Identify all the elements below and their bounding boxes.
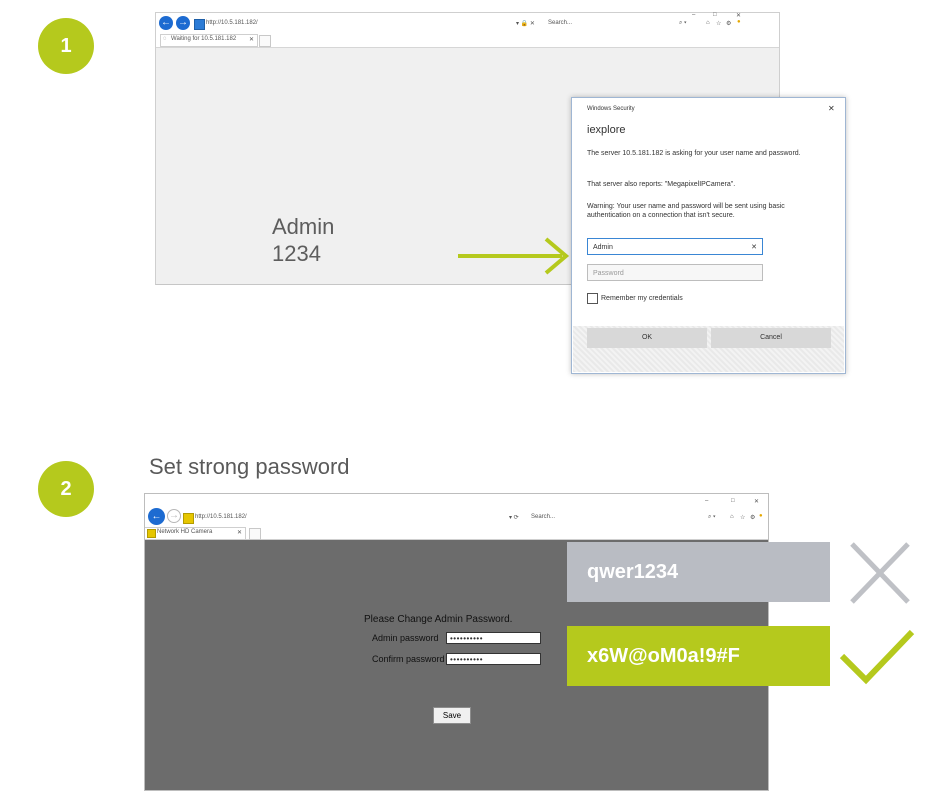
dialog-close-icon[interactable]: ✕ — [828, 104, 835, 113]
gear-icon[interactable]: ⚙ — [750, 514, 755, 521]
back-button[interactable]: ← — [148, 508, 165, 525]
default-username: Admin — [272, 214, 335, 239]
default-credentials: Admin 1234 — [272, 213, 334, 267]
forward-button[interactable]: → — [176, 16, 190, 30]
tab-bar: ◌ Waiting for 10.5.181.182 ✕ — [156, 33, 779, 48]
close-button[interactable]: ✕ — [754, 498, 759, 505]
browser-toolbar: ← → http://10.5.181.182/ ▾ 🔒 ✕ Search...… — [156, 12, 779, 33]
dialog-message: The server 10.5.181.182 is asking for yo… — [587, 150, 801, 157]
confirm-password-label: Confirm password — [372, 654, 445, 664]
username-value: Admin — [593, 244, 613, 251]
minimize-button[interactable]: – — [692, 12, 695, 18]
search-icon[interactable]: ⌕ ▾ — [679, 20, 687, 27]
tab-title: Waiting for 10.5.181.182 — [171, 36, 237, 42]
search-icon[interactable]: ⌕ ▾ — [708, 514, 716, 521]
cancel-button[interactable]: Cancel — [711, 328, 831, 348]
home-icon[interactable]: ⌂ — [730, 514, 734, 520]
step-2-badge: 2 — [38, 461, 94, 517]
loading-icon: ◌ — [163, 36, 167, 42]
admin-password-label: Admin password — [372, 633, 439, 643]
address-bar[interactable]: http://10.5.181.182/ — [206, 20, 258, 26]
refresh-icon[interactable]: ▾ ⟳ — [509, 514, 519, 521]
search-box[interactable]: Search... — [531, 514, 555, 520]
camera-tab-icon — [147, 529, 156, 538]
dialog-title: Windows Security — [587, 106, 635, 112]
new-tab-button[interactable] — [259, 35, 271, 47]
dialog-server-reports: That server also reports: "MegapixelIPCa… — [587, 181, 736, 188]
weak-password-card: qwer1234 — [567, 542, 830, 602]
dialog-warning: Warning: Your user name and password wil… — [587, 203, 785, 219]
star-icon[interactable]: ☆ — [740, 514, 745, 521]
forward-button[interactable]: → — [167, 509, 181, 523]
weak-password-text: qwer1234 — [587, 561, 679, 583]
search-box[interactable]: Search... — [548, 20, 572, 26]
checkmark-icon — [839, 629, 915, 685]
minimize-button[interactable]: – — [705, 498, 708, 504]
strong-password-text: x6W@oM0a!9#F — [587, 645, 740, 667]
refresh-icon[interactable]: ▾ 🔒 ✕ — [516, 20, 535, 27]
clear-icon[interactable]: ✕ — [751, 239, 757, 256]
arrow-right-icon — [458, 237, 570, 275]
change-password-title: Please Change Admin Password. — [364, 614, 513, 625]
username-field[interactable]: Admin ✕ — [587, 238, 763, 255]
admin-password-input[interactable]: •••••••••• — [446, 632, 541, 644]
step-2-title: Set strong password — [149, 454, 350, 479]
cross-icon — [850, 542, 910, 604]
default-password: 1234 — [272, 241, 321, 266]
dialog-app-name: iexplore — [587, 124, 626, 136]
step-number: 2 — [60, 477, 72, 500]
tab-title: Network HD Camera — [157, 529, 213, 535]
step-number: 1 — [60, 34, 72, 57]
tab-close-icon[interactable]: ✕ — [249, 36, 254, 43]
maximize-button[interactable]: □ — [713, 12, 717, 18]
remember-label: Remember my credentials — [601, 295, 683, 302]
remember-checkbox[interactable] — [587, 293, 598, 304]
browser-toolbar: ← → http://10.5.181.182/ ▾ ⟳ Search... ⌕… — [145, 494, 768, 540]
confirm-password-input[interactable]: •••••••••• — [446, 653, 541, 665]
save-button[interactable]: Save — [433, 707, 471, 724]
tab-network-hd-camera[interactable]: Network HD Camera ✕ — [145, 527, 246, 539]
star-icon[interactable]: ☆ — [716, 20, 721, 27]
windows-security-dialog: Windows Security ✕ iexplore The server 1… — [571, 97, 846, 374]
close-button[interactable]: ✕ — [736, 12, 741, 19]
tab-waiting[interactable]: ◌ Waiting for 10.5.181.182 ✕ — [160, 34, 258, 47]
ok-button[interactable]: OK — [587, 328, 707, 348]
password-field[interactable]: Password — [587, 264, 763, 281]
strong-password-card: x6W@oM0a!9#F — [567, 626, 830, 686]
new-tab-button[interactable] — [249, 528, 261, 540]
home-icon[interactable]: ⌂ — [706, 20, 710, 26]
smiley-icon[interactable]: ● — [759, 513, 763, 519]
maximize-button[interactable]: □ — [731, 498, 735, 504]
gear-icon[interactable]: ⚙ — [726, 20, 731, 27]
tab-close-icon[interactable]: ✕ — [237, 529, 242, 536]
address-bar[interactable]: http://10.5.181.182/ — [195, 514, 247, 520]
camera-page-icon — [183, 513, 194, 524]
smiley-icon[interactable]: ● — [737, 19, 741, 25]
step-1-badge: 1 — [38, 18, 94, 74]
back-button[interactable]: ← — [159, 16, 173, 30]
ie-page-icon — [194, 19, 205, 30]
